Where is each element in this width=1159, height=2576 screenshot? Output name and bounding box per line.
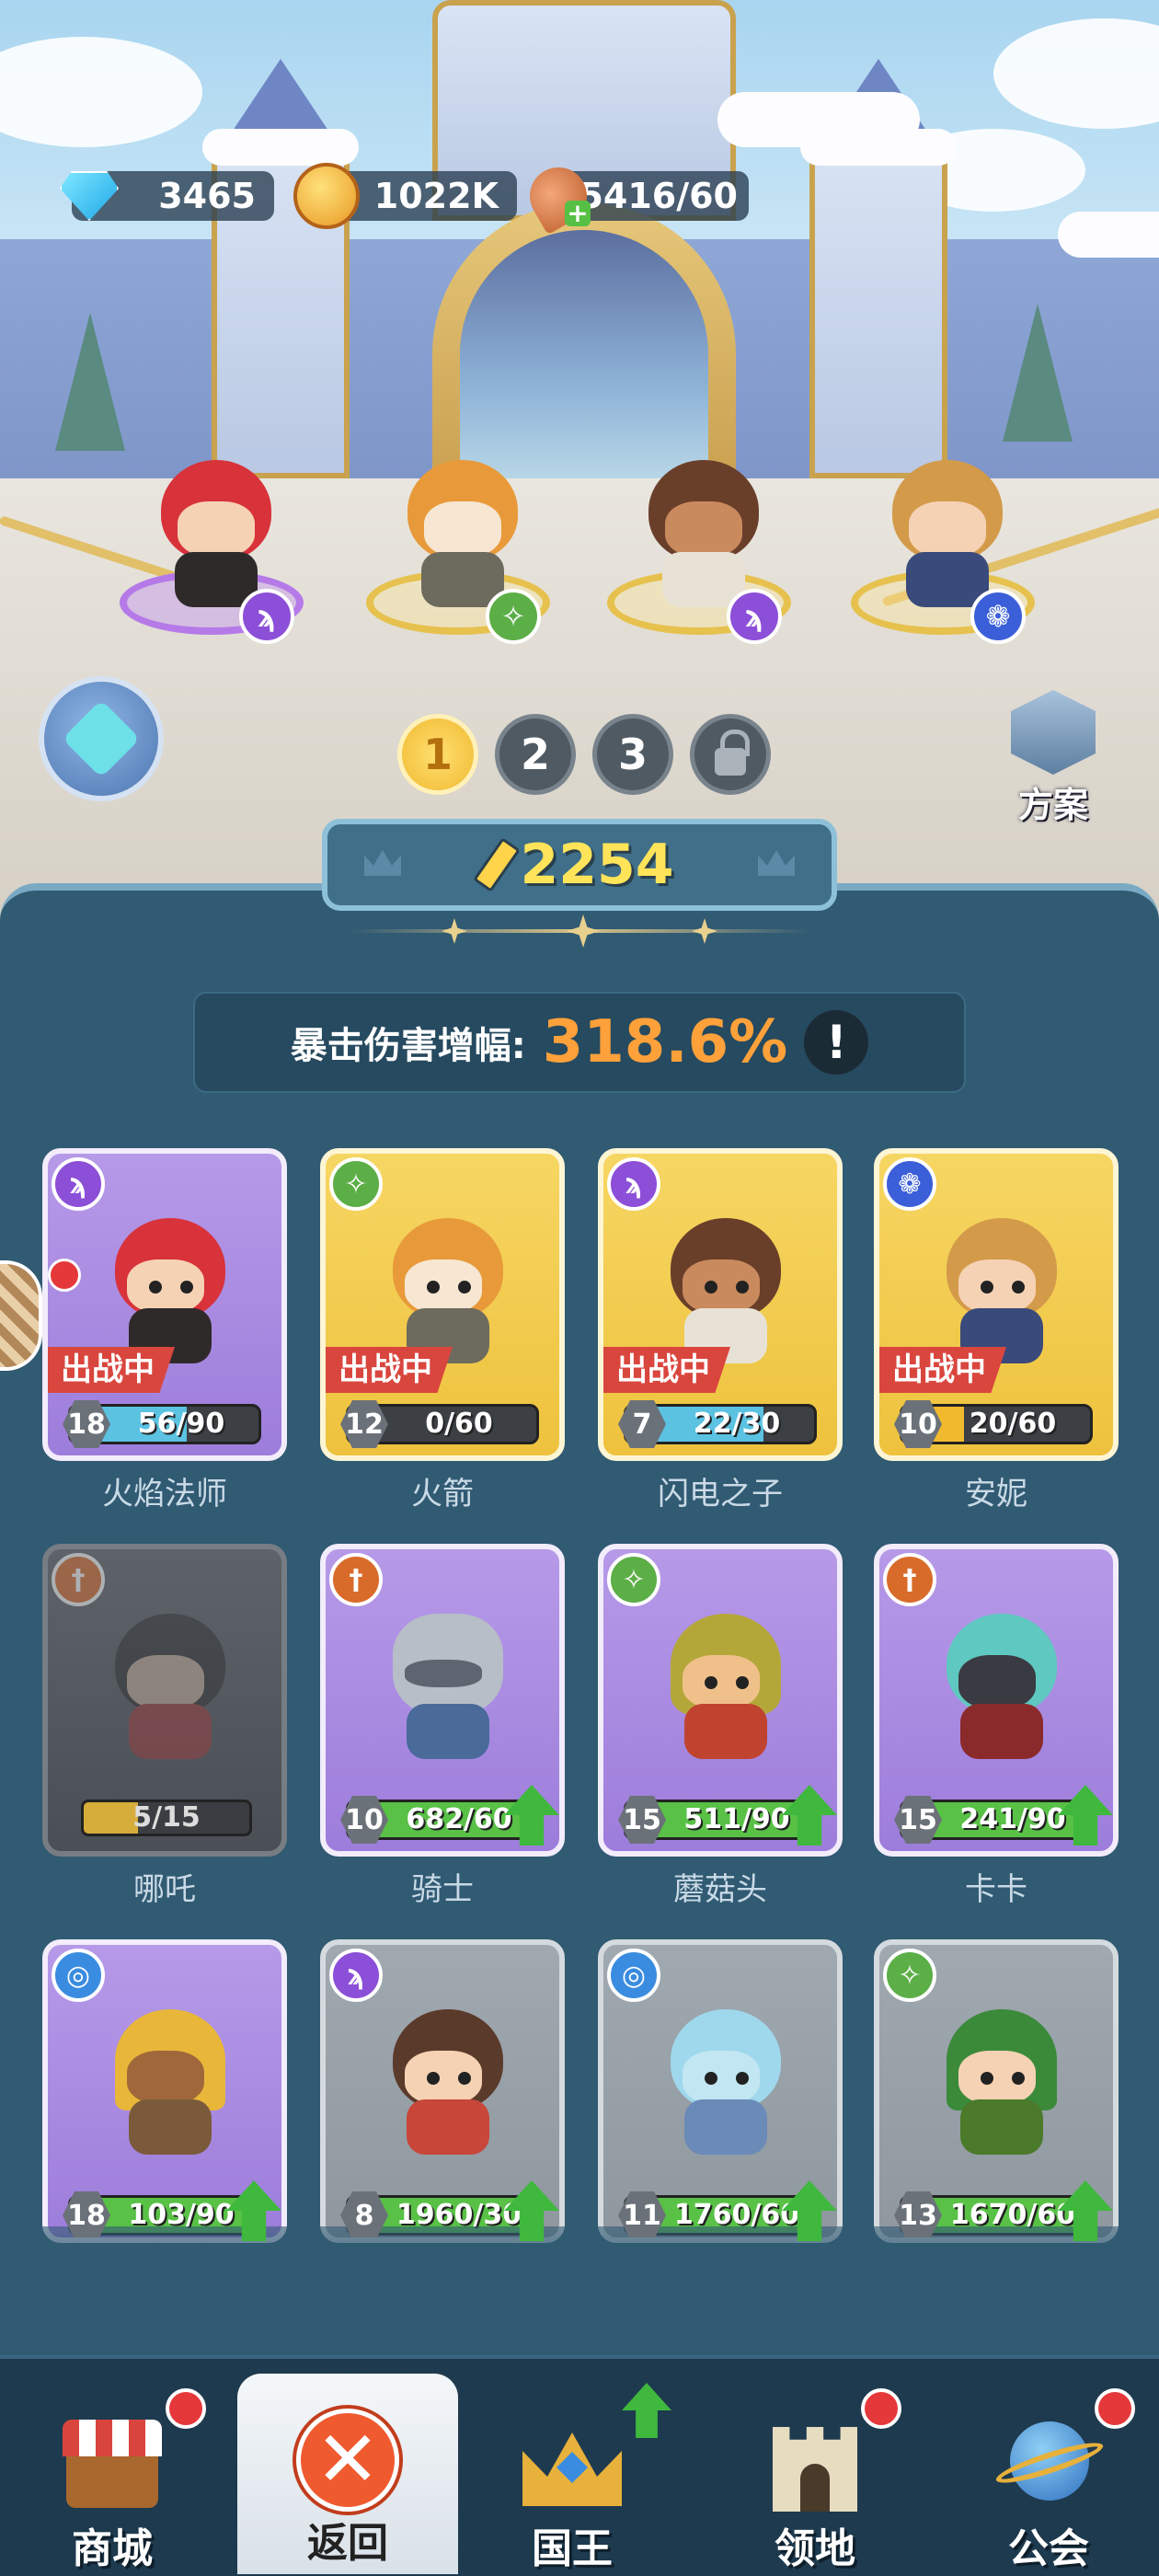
planet-icon	[993, 2414, 1107, 2515]
frost-swirl-icon: ◎	[607, 1949, 660, 2002]
nav-back[interactable]: ✕ 返回	[237, 2374, 458, 2574]
stage-hero-annie[interactable]: ❁	[842, 432, 1053, 644]
in-battle-tag: 出战中	[603, 1347, 730, 1393]
gem-icon	[53, 160, 125, 232]
mage-staff-icon: ϡ	[607, 1157, 660, 1211]
nav-label: 公会	[1008, 2525, 1089, 2572]
ranger-icon: ✧	[486, 589, 541, 644]
mage-staff-icon: ϡ	[727, 589, 782, 644]
team-tab-3[interactable]: 3	[592, 714, 673, 795]
card-progress: 20/60	[969, 1408, 1057, 1440]
power-display: 2254	[322, 819, 837, 911]
hero-name: 闪电之子	[658, 1476, 783, 1512]
notification-dot	[48, 1259, 81, 1292]
close-icon: ✕	[293, 2409, 403, 2512]
swap-icon	[1011, 690, 1096, 775]
plan-button[interactable]: 方案	[1007, 690, 1099, 825]
in-battle-tag: 出战中	[326, 1347, 453, 1393]
stamina-counter[interactable]: + 15416/60	[519, 156, 749, 236]
stage-hero-lightning-son[interactable]: ϡ	[598, 432, 809, 644]
hero-card-lightning-son[interactable]: ϡ 出战中 7 22/30	[598, 1148, 843, 1461]
hero-card-nezha[interactable]: † 5/15	[42, 1544, 287, 1857]
mage-staff-icon: ϡ	[239, 589, 294, 644]
mage-staff-icon: ϡ	[329, 1949, 383, 2002]
gem-amount: 3465	[158, 176, 256, 216]
hero-card-annie[interactable]: ❁ 出战中 10 20/60	[874, 1148, 1119, 1461]
frost-swirl-icon: ◎	[52, 1949, 105, 2002]
hero-name: 骑士	[411, 1871, 474, 1908]
team-tab-1[interactable]: 1	[397, 714, 478, 795]
crit-label: 暴击伤害增幅:	[290, 1025, 526, 1067]
warrior-sword-icon: †	[52, 1553, 105, 1606]
warrior-sword-icon: †	[329, 1553, 383, 1606]
hero-card-fire-mage[interactable]: ϡ 出战中 18 56/90	[42, 1148, 287, 1461]
beast-paw-icon: ❁	[883, 1157, 936, 1211]
stage-hero-rocket[interactable]: ✧	[357, 432, 568, 644]
beast-paw-icon: ❁	[970, 589, 1026, 644]
hero-name: 卡卡	[965, 1871, 1027, 1908]
gamepad-button[interactable]	[39, 676, 164, 801]
hero-card-rocket[interactable]: ✧ 出战中 12 0/60	[320, 1148, 565, 1461]
shop-icon	[57, 2414, 167, 2515]
crown-icon	[517, 2414, 627, 2515]
shard-progress: 5/15	[132, 1801, 201, 1834]
gold-amount: 1022K	[373, 176, 499, 216]
nav-label: 商城	[72, 2525, 153, 2572]
meat-icon: +	[519, 156, 598, 236]
card-progress: 22/30	[693, 1408, 781, 1440]
ranger-icon: ✧	[883, 1949, 936, 2002]
side-avatar[interactable]	[0, 1260, 42, 1371]
power-value: 2254	[520, 833, 674, 897]
plus-icon[interactable]: +	[565, 201, 591, 226]
ranger-icon: ✧	[329, 1157, 383, 1211]
team-tab-2[interactable]: 2	[495, 714, 576, 795]
crit-value: 318.6%	[542, 1008, 788, 1076]
nav-label: 领地	[775, 2525, 855, 2572]
notification-dot	[1095, 2388, 1135, 2429]
notification-dot	[166, 2388, 206, 2429]
in-battle-tag: 出战中	[48, 1347, 175, 1393]
crit-damage-bonus: 暴击伤害增幅: 318.6% !	[193, 992, 966, 1093]
plan-label: 方案	[1017, 785, 1088, 825]
ranger-icon: ✧	[607, 1553, 660, 1606]
warrior-sword-icon: †	[883, 1553, 936, 1606]
hero-name: 火焰法师	[102, 1476, 227, 1512]
card-progress: 56/90	[137, 1408, 225, 1440]
coin-icon	[291, 160, 362, 232]
lock-icon	[715, 730, 750, 776]
gamepad-icon	[62, 699, 141, 778]
castle-icon	[760, 2414, 870, 2515]
in-battle-tag: 出战中	[879, 1347, 1006, 1393]
nav-label: 返回	[307, 2520, 388, 2567]
scroll-fade	[0, 2226, 1159, 2355]
notification-dot	[861, 2388, 901, 2429]
card-progress: 0/60	[425, 1408, 493, 1440]
hero-name: 火箭	[411, 1476, 474, 1512]
team-tab-locked[interactable]	[690, 714, 771, 795]
hero-name: 安妮	[965, 1476, 1027, 1512]
mage-staff-icon: ϡ	[52, 1157, 105, 1211]
nav-label: 国王	[532, 2525, 613, 2572]
gem-counter[interactable]: 3465	[60, 171, 274, 221]
bottom-nav: 商城 ✕ 返回 国王 领地 公会	[0, 2355, 1159, 2576]
sword-icon	[472, 837, 521, 892]
hero-name: 哪吒	[133, 1871, 196, 1908]
stage-hero-fire-mage[interactable]: ϡ	[110, 432, 322, 644]
hero-name: 蘑菇头	[673, 1871, 767, 1908]
gold-counter[interactable]: 1022K	[293, 163, 517, 229]
info-button[interactable]: !	[804, 1010, 869, 1075]
